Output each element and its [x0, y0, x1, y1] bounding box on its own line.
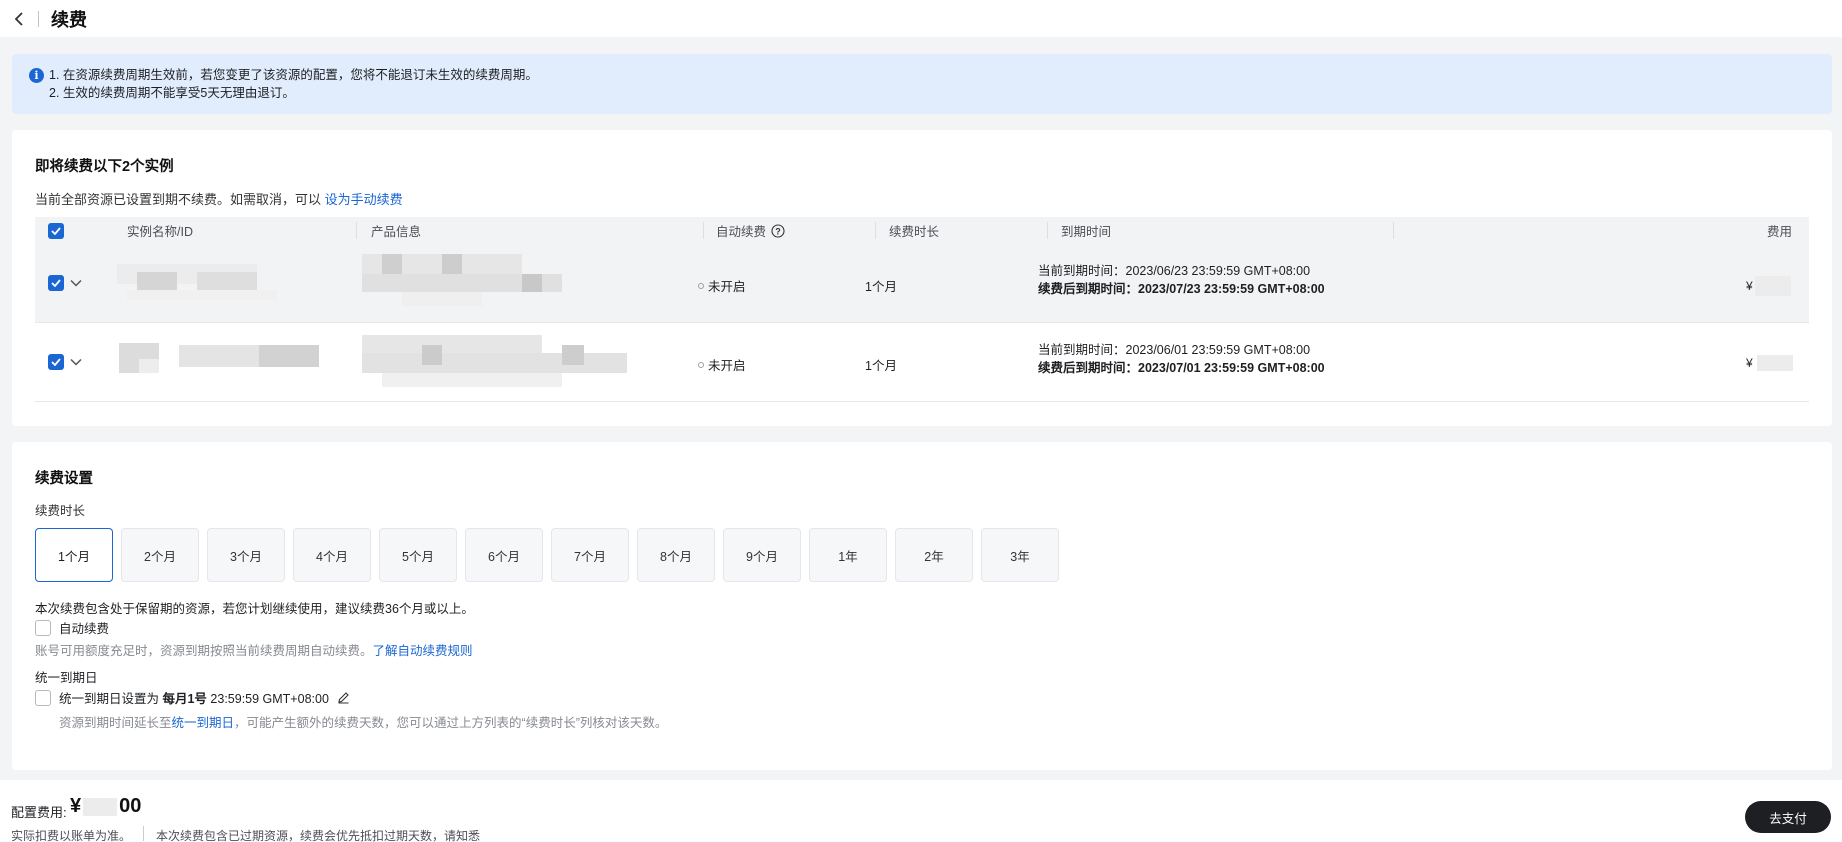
- col-duration: 续费时长: [889, 225, 940, 239]
- instances-card: 即将续费以下2个实例 当前全部资源已设置到期不续费。如需取消，可以 设为手动续费…: [12, 130, 1832, 426]
- info-icon: i: [29, 68, 44, 83]
- duration-option[interactable]: 2个月: [121, 528, 199, 582]
- expire-times: 当前到期时间：2023/06/01 23:59:59 GMT+08:00 续费后…: [1038, 343, 1325, 375]
- col-product: 产品信息: [371, 225, 422, 239]
- unified-expiry-checkbox[interactable]: [35, 689, 51, 706]
- header-divider: [38, 10, 39, 27]
- table-row: 未开启 1个月 当前到期时间：2023/06/23 23:59:59 GMT+0…: [35, 244, 1809, 323]
- checkout-footer: 配置费用: ¥00 实际扣费以账单为准。 本次续费包含已过期资源，续费会优先抵扣…: [0, 780, 1842, 842]
- duration-option[interactable]: 7个月: [551, 528, 629, 582]
- select-all-checkbox[interactable]: [48, 222, 64, 239]
- svg-text:?: ?: [775, 226, 781, 236]
- unified-expiry-title: 统一到期日: [35, 671, 98, 685]
- renew-settings-card: 续费设置 续费时长 1个月 2个月 3个月 4个月 5个月 6个月 7个月 8个月 9个月 1年 2…: [12, 442, 1832, 770]
- duration-option[interactable]: 5个月: [379, 528, 457, 582]
- duration-option[interactable]: 3年: [981, 528, 1059, 582]
- auto-renew-option: 自动续费: [35, 618, 109, 637]
- instances-title: 即将续费以下2个实例: [35, 159, 174, 175]
- manual-renew-link[interactable]: 设为手动续费: [325, 192, 403, 207]
- unified-expiry-text: 统一到期日设置为 每月1号 23:59:59 GMT+08:00: [59, 692, 329, 706]
- auto-renew-status: 未开启: [698, 355, 746, 374]
- duration-option[interactable]: 6个月: [465, 528, 543, 582]
- notice-line-2: 2. 生效的续费周期不能享受5天无理由退订。: [49, 86, 295, 100]
- chevron-left-icon[interactable]: [12, 11, 26, 26]
- expire-times: 当前到期时间：2023/06/23 23:59:59 GMT+08:00 续费后…: [1038, 264, 1325, 296]
- expired-note: 本次续费包含已过期资源，续费会优先抵扣过期天数，请知悉: [156, 829, 481, 842]
- retention-note: 本次续费包含处于保留期的资源，若您计划继续使用，建议续费36个月或以上。: [35, 602, 474, 616]
- auto-renew-desc: 账号可用额度充足时，资源到期按照当前续费周期自动续费。 了解自动续费规则: [35, 640, 473, 659]
- instances-subtext-text: 当前全部资源已设置到期不续费。如需取消，可以: [35, 192, 325, 207]
- duration-option[interactable]: 9个月: [723, 528, 801, 582]
- instances-table: 实例名称/ID 产品信息 自动续费 ? 续费时长 到期时间 费用 未开启 1个月…: [35, 217, 1809, 402]
- duration-option[interactable]: 8个月: [637, 528, 715, 582]
- row-checkbox[interactable]: [48, 354, 64, 370]
- unified-expiry-link[interactable]: 统一到期日: [172, 712, 235, 731]
- table-header: 实例名称/ID 产品信息 自动续费 ? 续费时长 到期时间 费用: [35, 217, 1809, 244]
- page-title: 续费: [51, 9, 87, 30]
- notice-banner: i 1. 在资源续费周期生效前，若您变更了该资源的配置，您将不能退订未生效的续费…: [12, 54, 1832, 114]
- duration-options: 1个月 2个月 3个月 4个月 5个月 6个月 7个月 8个月 9个月 1年 2年 3年: [35, 528, 1059, 582]
- auto-renew-checkbox[interactable]: [35, 619, 51, 636]
- cost-label: 配置费用:: [11, 805, 67, 820]
- settings-title: 续费设置: [35, 471, 93, 487]
- auto-renew-status: 未开启: [698, 276, 746, 295]
- page-header: 续费: [0, 0, 1842, 37]
- row-checkbox[interactable]: [48, 275, 64, 291]
- instances-subtext: 当前全部资源已设置到期不续费。如需取消，可以 设为手动续费: [35, 189, 403, 208]
- renew-duration: 1个月: [865, 359, 897, 373]
- auto-renew-rules-link[interactable]: 了解自动续费规则: [373, 640, 473, 659]
- notice-line-1: 1. 在资源续费周期生效前，若您变更了该资源的配置，您将不能退订未生效的续费周期…: [49, 68, 538, 82]
- col-auto-renew-label: 自动续费: [716, 225, 767, 239]
- duration-option[interactable]: 4个月: [293, 528, 371, 582]
- edit-pencil-icon[interactable]: [337, 691, 350, 704]
- duration-option[interactable]: 1个月: [35, 528, 113, 582]
- duration-label: 续费时长: [35, 504, 86, 518]
- duration-option[interactable]: 3个月: [207, 528, 285, 582]
- renew-duration: 1个月: [865, 280, 897, 294]
- duration-option[interactable]: 2年: [895, 528, 973, 582]
- billing-note: 实际扣费以账单为准。: [11, 829, 132, 842]
- row-cost: ¥: [1746, 276, 1791, 296]
- col-expire: 到期时间: [1061, 225, 1112, 239]
- unified-expiry-option: 统一到期日设置为 每月1号 23:59:59 GMT+08:00: [35, 688, 350, 707]
- chevron-down-icon[interactable]: [69, 355, 83, 369]
- col-name: 实例名称/ID: [127, 225, 193, 239]
- help-circle-icon[interactable]: ?: [771, 223, 785, 238]
- auto-renew-label[interactable]: 自动续费: [59, 618, 109, 637]
- chevron-down-icon[interactable]: [69, 276, 83, 290]
- table-row: 未开启 1个月 当前到期时间：2023/06/01 23:59:59 GMT+0…: [35, 323, 1809, 402]
- col-cost: 费用: [1767, 225, 1793, 239]
- pay-button[interactable]: 去支付: [1745, 801, 1831, 833]
- row-cost: ¥: [1746, 355, 1793, 371]
- col-auto-renew: 自动续费 ?: [716, 217, 785, 244]
- unified-expiry-desc: 资源到期时间延长至 统一到期日 ，可能产生额外的续费天数，您可以通过上方列表的“续费…: [59, 712, 667, 731]
- duration-option[interactable]: 1年: [809, 528, 887, 582]
- cost-value: ¥00: [70, 795, 142, 817]
